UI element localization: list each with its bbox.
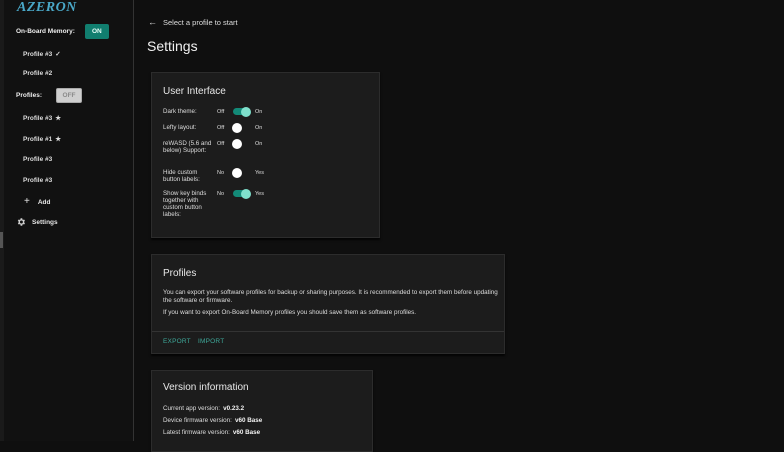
profiles-title: Profiles [163, 268, 197, 279]
onboard-memory-toggle[interactable]: ON [84, 24, 109, 39]
profile-label: Profile #1 [23, 136, 53, 143]
version-value: v0.23.2 [223, 405, 245, 412]
hide-custom-labels-switch[interactable]: No Yes [217, 167, 264, 178]
add-label: Add [37, 198, 51, 206]
show-key-binds-switch[interactable]: No Yes [217, 188, 264, 199]
switch-knob [241, 106, 251, 117]
switch-on-label: On [255, 140, 263, 147]
lefty-layout-switch[interactable]: Off On [217, 122, 263, 133]
back-label: Select a profile to start [163, 17, 238, 27]
version-value: v60 Base [234, 417, 263, 424]
sidebar-onboard-profile-1[interactable]: Profile #3 ✓ [23, 50, 61, 58]
switch-off-label: No [217, 169, 225, 176]
switch-off-label: Off [217, 108, 225, 115]
switch-track[interactable] [233, 106, 251, 117]
rewasd-support-label: reWASD (5.6 and below) Support: [163, 140, 212, 154]
sidebar-item-settings[interactable]: Settings [16, 217, 58, 227]
profile-label: Profile #3 [23, 115, 53, 122]
star-icon: ★ [55, 136, 62, 143]
version-label: Latest firmware version: [163, 429, 230, 436]
gear-icon [17, 218, 25, 226]
export-button[interactable]: EXPORT [163, 338, 191, 345]
switch-knob [232, 122, 242, 133]
profiles-label: Profiles: [16, 92, 43, 99]
current-app-version-row: Current app version: v0.23.2 [163, 405, 244, 412]
profiles-row: Profiles: OFF [16, 88, 83, 103]
version-label: Device firmware version: [163, 417, 232, 424]
switch-track[interactable] [232, 122, 249, 133]
sidebar-profile-1[interactable]: Profile #3 ★ [23, 114, 61, 122]
switch-knob [232, 138, 242, 149]
switch-on-label: Yes [255, 169, 264, 176]
profiles-card: Profiles You can export your software pr… [151, 254, 505, 354]
user-interface-card: User Interface Dark theme: Off On Lefty … [151, 72, 380, 238]
azeron-logo: AZERON [17, 0, 77, 15]
version-value: v60 Base [232, 429, 261, 436]
plus-icon: + [24, 196, 30, 207]
back-link[interactable]: ← Select a profile to start [148, 17, 238, 27]
switch-on-label: Yes [255, 190, 264, 197]
star-icon: ★ [55, 115, 62, 122]
arrow-left-icon: ← [148, 17, 157, 27]
version-information-title: Version information [163, 382, 249, 393]
dark-theme-label: Dark theme: [163, 108, 197, 115]
sidebar-profile-3[interactable]: Profile #3 [23, 156, 52, 163]
switch-off-label: Off [217, 140, 225, 147]
switch-off-label: No [217, 190, 225, 197]
profile-label: Profile #3 [23, 156, 53, 163]
profiles-description: You can export your software profiles fo… [163, 289, 498, 304]
version-label: Current app version: [163, 405, 221, 412]
rewasd-support-switch[interactable]: Off On [217, 138, 263, 149]
switch-track[interactable] [233, 188, 251, 199]
lefty-layout-label: Lefty layout: [163, 124, 197, 131]
switch-on-label: On [255, 108, 263, 115]
switch-track[interactable] [232, 167, 249, 178]
switch-knob [232, 167, 242, 178]
dark-theme-switch[interactable]: Off On [217, 106, 263, 117]
user-interface-title: User Interface [163, 86, 226, 97]
page-title: Settings [147, 38, 198, 54]
sidebar-profile-2[interactable]: Profile #1 ★ [23, 135, 61, 143]
onboard-memory-label: On-Board Memory: [16, 28, 75, 35]
profiles-onboard-note: If you want to export On-Board Memory pr… [163, 309, 417, 316]
switch-on-label: On [255, 124, 263, 131]
switch-knob [241, 188, 251, 199]
add-profile-button[interactable]: + Add [24, 197, 50, 207]
profile-label: Profile #2 [23, 70, 53, 77]
sidebar-profile-4[interactable]: Profile #3 [23, 177, 52, 184]
sidebar-onboard-profile-2[interactable]: Profile #2 [23, 70, 52, 77]
switch-track[interactable] [232, 138, 249, 149]
checkmark-icon: ✓ [55, 51, 61, 58]
hide-custom-labels-label: Hide custom button labels: [163, 169, 200, 183]
device-firmware-version-row: Device firmware version: v60 Base [163, 417, 262, 424]
profile-label: Profile #3 [23, 177, 53, 184]
profiles-toggle[interactable]: OFF [56, 88, 83, 103]
latest-firmware-version-row: Latest firmware version: v60 Base [163, 429, 260, 436]
profile-label: Profile #3 [23, 51, 53, 58]
onboard-memory-row: On-Board Memory: ON [16, 24, 109, 39]
settings-label: Settings [32, 218, 58, 226]
import-button[interactable]: IMPORT [198, 338, 224, 345]
sidebar: AZERON On-Board Memory: ON Profile #3 ✓ P… [4, 0, 134, 441]
switch-off-label: Off [217, 124, 225, 131]
show-key-binds-label: Show key binds together with custom butt… [163, 190, 207, 218]
version-information-card: Version information Current app version:… [151, 370, 373, 452]
resize-handle[interactable] [0, 232, 3, 248]
